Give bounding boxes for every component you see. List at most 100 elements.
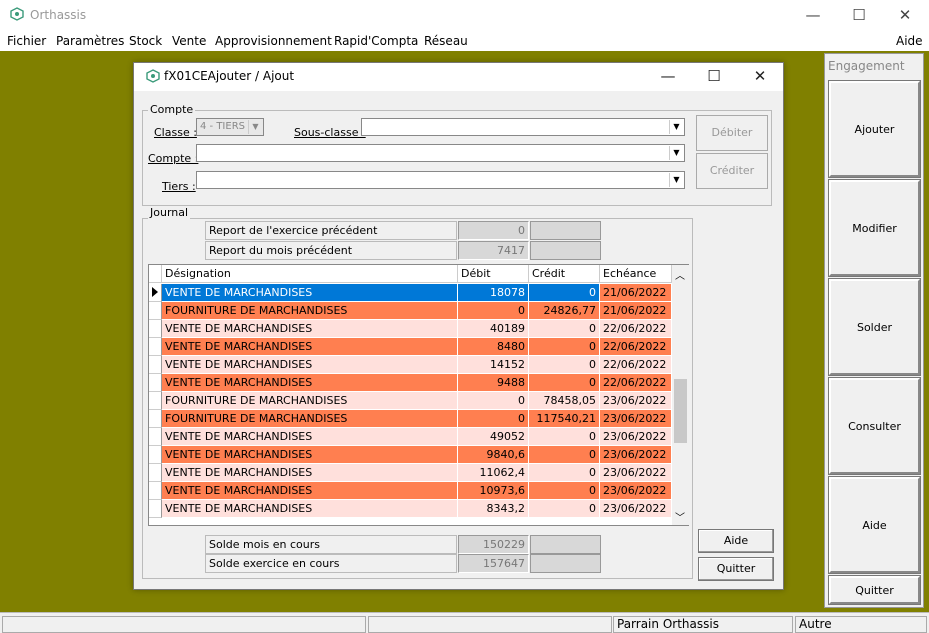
consulter-button[interactable]: Consulter xyxy=(828,377,921,475)
cell-echeance[interactable]: 23/06/2022 xyxy=(600,428,672,446)
cell-debit[interactable]: 0 xyxy=(458,410,529,428)
modifier-button[interactable]: Modifier xyxy=(828,179,921,277)
cell-echeance[interactable]: 23/06/2022 xyxy=(600,482,672,500)
menu-aide[interactable]: Aide xyxy=(896,34,923,48)
debiter-button[interactable]: Débiter xyxy=(696,115,768,151)
cell-echeance[interactable]: 22/06/2022 xyxy=(600,374,672,392)
table-row[interactable]: VENTE DE MARCHANDISES 8343,2 0 23/06/2022 xyxy=(149,500,673,518)
cell-credit[interactable]: 0 xyxy=(529,338,600,356)
cell-echeance[interactable]: 23/06/2022 xyxy=(600,500,672,518)
col-credit-header[interactable]: Crédit xyxy=(529,265,600,283)
menu-parametres[interactable]: Paramètres xyxy=(56,34,124,48)
menu-stock[interactable]: Stock xyxy=(129,34,162,48)
journal-grid[interactable]: Désignation Débit Crédit Echéance VENTE … xyxy=(148,264,689,526)
cell-debit[interactable]: 49052 xyxy=(458,428,529,446)
cell-credit[interactable]: 24826,77 xyxy=(529,302,600,320)
dialog-maximize-button[interactable]: ☐ xyxy=(691,63,737,91)
cell-credit[interactable]: 0 xyxy=(529,374,600,392)
cell-echeance[interactable]: 23/06/2022 xyxy=(600,392,672,410)
menu-vente[interactable]: Vente xyxy=(172,34,206,48)
cell-echeance[interactable]: 23/06/2022 xyxy=(600,446,672,464)
cell-credit[interactable]: 0 xyxy=(529,482,600,500)
dialog-minimize-button[interactable]: — xyxy=(645,63,691,91)
classe-select[interactable]: 4 - TIERS ▼ xyxy=(196,118,264,136)
table-row[interactable]: VENTE DE MARCHANDISES 49052 0 23/06/2022 xyxy=(149,428,673,446)
cell-echeance[interactable]: 21/06/2022 xyxy=(600,302,672,320)
table-row[interactable]: FOURNITURE DE MARCHANDISES 0 117540,21 23/0… xyxy=(149,410,673,428)
col-debit-header[interactable]: Débit xyxy=(458,265,529,283)
cell-debit[interactable]: 9488 xyxy=(458,374,529,392)
col-designation-header[interactable]: Désignation xyxy=(162,265,458,283)
solder-button[interactable]: Solder xyxy=(828,278,921,376)
cell-designation[interactable]: VENTE DE MARCHANDISES xyxy=(162,464,458,482)
ajouter-button[interactable]: Ajouter xyxy=(828,80,921,178)
compte-select[interactable]: ▼ xyxy=(196,144,685,162)
table-row[interactable]: VENTE DE MARCHANDISES 9840,6 0 23/06/2022 xyxy=(149,446,673,464)
cell-designation[interactable]: VENTE DE MARCHANDISES xyxy=(162,338,458,356)
table-row[interactable]: VENTE DE MARCHANDISES 10973,6 0 23/06/2022 xyxy=(149,482,673,500)
table-row[interactable]: VENTE DE MARCHANDISES 18078 0 21/06/2022 xyxy=(149,284,673,302)
cell-debit[interactable]: 8480 xyxy=(458,338,529,356)
minimize-button[interactable]: — xyxy=(790,0,836,31)
cell-designation[interactable]: VENTE DE MARCHANDISES xyxy=(162,500,458,518)
cell-debit[interactable]: 11062,4 xyxy=(458,464,529,482)
cell-credit[interactable]: 0 xyxy=(529,500,600,518)
cell-designation[interactable]: VENTE DE MARCHANDISES xyxy=(162,284,458,302)
cell-credit[interactable]: 78458,05 xyxy=(529,392,600,410)
cell-credit[interactable]: 0 xyxy=(529,320,600,338)
cell-designation[interactable]: VENTE DE MARCHANDISES xyxy=(162,428,458,446)
quitter-panel-button[interactable]: Quitter xyxy=(828,575,921,605)
cell-debit[interactable]: 8343,2 xyxy=(458,500,529,518)
cell-debit[interactable]: 40189 xyxy=(458,320,529,338)
cell-debit[interactable]: 18078 xyxy=(458,284,529,302)
cell-designation[interactable]: FOURNITURE DE MARCHANDISES xyxy=(162,302,458,320)
cell-echeance[interactable]: 23/06/2022 xyxy=(600,410,672,428)
cell-echeance[interactable]: 22/06/2022 xyxy=(600,356,672,374)
dialog-close-button[interactable]: ✕ xyxy=(737,63,783,91)
close-button[interactable]: ✕ xyxy=(882,0,928,31)
cell-designation[interactable]: FOURNITURE DE MARCHANDISES xyxy=(162,392,458,410)
table-row[interactable]: VENTE DE MARCHANDISES 40189 0 22/06/2022 xyxy=(149,320,673,338)
table-row[interactable]: FOURNITURE DE MARCHANDISES 0 24826,77 21/06… xyxy=(149,302,673,320)
scroll-down-icon[interactable]: ﹀ xyxy=(675,509,685,524)
cell-debit[interactable]: 0 xyxy=(458,302,529,320)
menu-fichier[interactable]: Fichier xyxy=(7,34,46,48)
cell-designation[interactable]: VENTE DE MARCHANDISES xyxy=(162,356,458,374)
scroll-up-icon[interactable]: ︿ xyxy=(675,267,685,282)
menu-approvisionnement[interactable]: Approvisionnement xyxy=(215,34,332,48)
crediter-button[interactable]: Créditer xyxy=(696,153,768,189)
cell-debit[interactable]: 9840,6 xyxy=(458,446,529,464)
cell-credit[interactable]: 117540,21 xyxy=(529,410,600,428)
cell-debit[interactable]: 14152 xyxy=(458,356,529,374)
col-echeance-header[interactable]: Echéance xyxy=(600,265,672,283)
cell-debit[interactable]: 0 xyxy=(458,392,529,410)
cell-designation[interactable]: VENTE DE MARCHANDISES xyxy=(162,320,458,338)
menu-reseau[interactable]: Réseau xyxy=(424,34,468,48)
cell-debit[interactable]: 10973,6 xyxy=(458,482,529,500)
cell-echeance[interactable]: 22/06/2022 xyxy=(600,338,672,356)
aide-panel-button[interactable]: Aide xyxy=(828,476,921,574)
sousclasse-select[interactable]: ▼ xyxy=(361,118,685,136)
vertical-scrollbar[interactable]: ︿ ﹀ xyxy=(672,265,689,525)
cell-echeance[interactable]: 21/06/2022 xyxy=(600,284,672,302)
quitter-button[interactable]: Quitter xyxy=(698,557,774,581)
cell-credit[interactable]: 0 xyxy=(529,356,600,374)
cell-designation[interactable]: VENTE DE MARCHANDISES xyxy=(162,482,458,500)
cell-designation[interactable]: FOURNITURE DE MARCHANDISES xyxy=(162,410,458,428)
cell-designation[interactable]: VENTE DE MARCHANDISES xyxy=(162,446,458,464)
table-row[interactable]: VENTE DE MARCHANDISES 14152 0 22/06/2022 xyxy=(149,356,673,374)
table-row[interactable]: VENTE DE MARCHANDISES 9488 0 22/06/2022 xyxy=(149,374,673,392)
table-row[interactable]: VENTE DE MARCHANDISES 11062,4 0 23/06/2022 xyxy=(149,464,673,482)
cell-echeance[interactable]: 22/06/2022 xyxy=(600,320,672,338)
tiers-select[interactable]: ▼ xyxy=(196,171,685,189)
scroll-thumb[interactable] xyxy=(674,379,687,443)
aide-button[interactable]: Aide xyxy=(698,529,774,553)
maximize-button[interactable]: ☐ xyxy=(836,0,882,31)
table-row[interactable]: VENTE DE MARCHANDISES 8480 0 22/06/2022 xyxy=(149,338,673,356)
table-row[interactable]: FOURNITURE DE MARCHANDISES 0 78458,05 23/06… xyxy=(149,392,673,410)
cell-credit[interactable]: 0 xyxy=(529,284,600,302)
cell-credit[interactable]: 0 xyxy=(529,464,600,482)
cell-echeance[interactable]: 23/06/2022 xyxy=(600,464,672,482)
cell-credit[interactable]: 0 xyxy=(529,446,600,464)
menu-rapidcompta[interactable]: Rapid'Compta xyxy=(334,34,418,48)
